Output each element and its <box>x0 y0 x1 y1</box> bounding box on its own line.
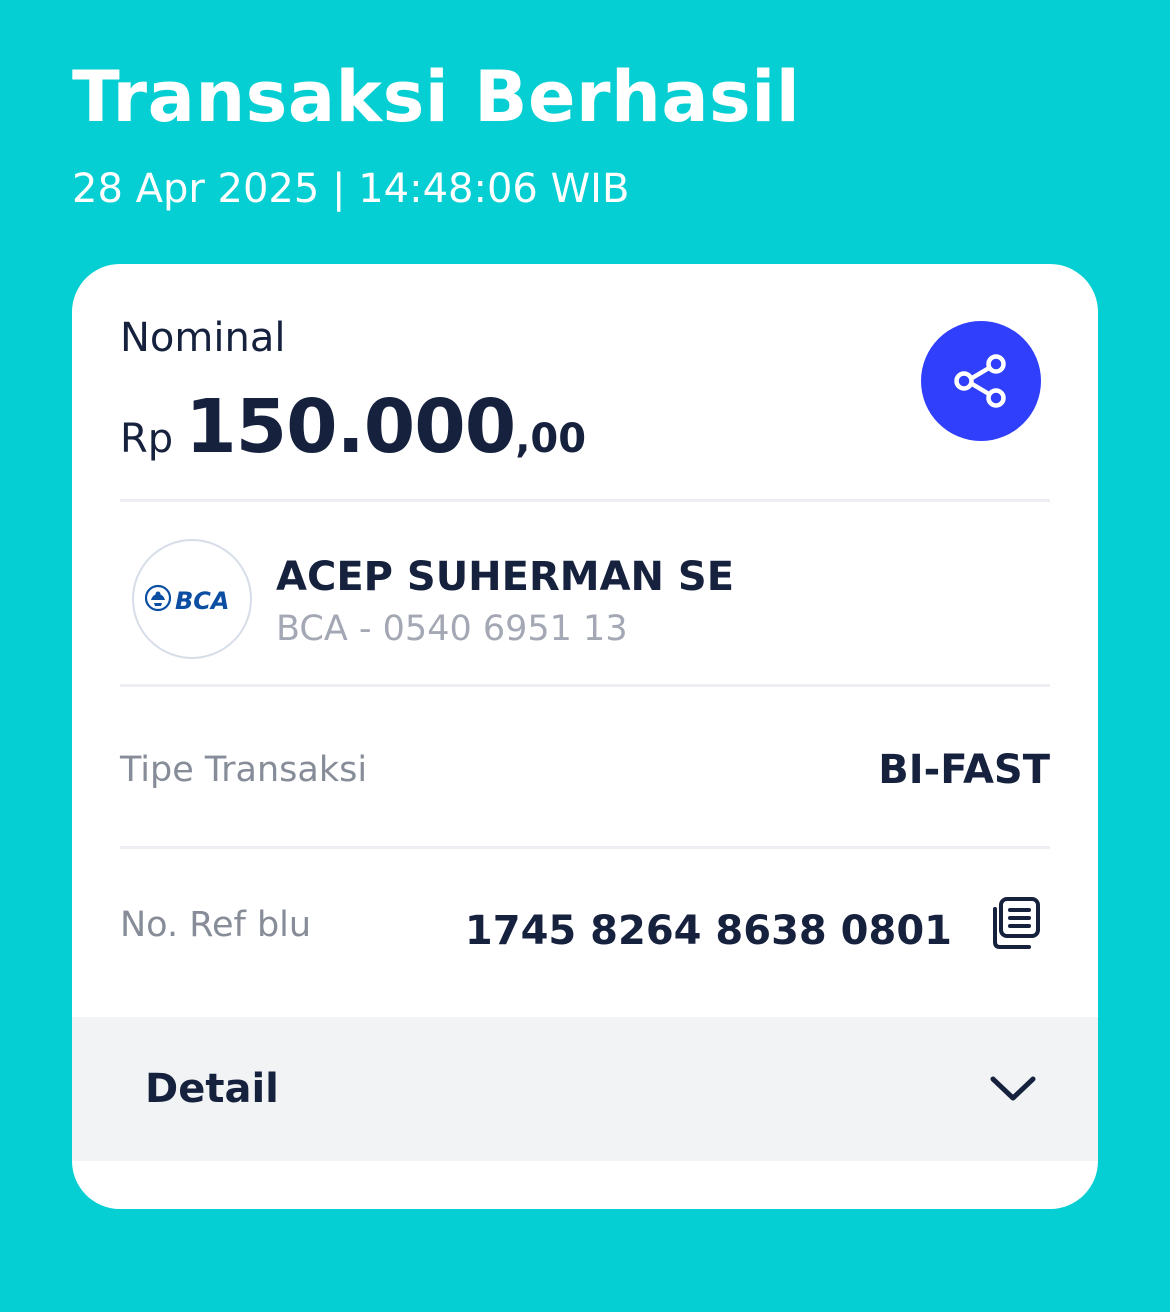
transaction-datetime: 28 Apr 2025 | 14:48:06 WIB <box>72 166 630 212</box>
copy-icon <box>993 897 1040 949</box>
transaction-card: Nominal Rp 150.000 ,00 BCA ACEP SUHERMAN… <box>72 264 1098 1209</box>
transaction-type-value: BI-FAST <box>878 747 1050 793</box>
bank-logo: BCA <box>132 539 252 659</box>
svg-text:BCA: BCA <box>175 587 229 615</box>
page-title: Transaksi Berhasil <box>72 56 801 138</box>
recipient-account: BCA - 0540 6951 13 <box>276 609 628 649</box>
divider <box>120 846 1050 849</box>
reference-value: 1745 8264 8638 0801 <box>464 908 952 954</box>
recipient-name: ACEP SUHERMAN SE <box>276 554 735 600</box>
amount-value: 150.000 <box>185 384 516 470</box>
amount-decimals: ,00 <box>515 416 587 462</box>
amount: Rp 150.000 ,00 <box>120 384 587 470</box>
nominal-label: Nominal <box>120 315 286 361</box>
divider <box>120 684 1050 687</box>
divider <box>120 499 1050 502</box>
bca-logo-icon: BCA <box>145 584 229 615</box>
detail-label: Detail <box>145 1066 279 1112</box>
detail-toggle[interactable]: Detail <box>72 1017 1098 1161</box>
chevron-down-icon <box>990 1076 1036 1101</box>
share-icon <box>954 354 1006 408</box>
amount-currency: Rp <box>120 416 174 462</box>
copy-button[interactable] <box>984 894 1044 954</box>
reference-label: No. Ref blu <box>120 905 312 945</box>
transaction-type-label: Tipe Transaksi <box>120 750 368 790</box>
share-button[interactable] <box>921 321 1041 441</box>
